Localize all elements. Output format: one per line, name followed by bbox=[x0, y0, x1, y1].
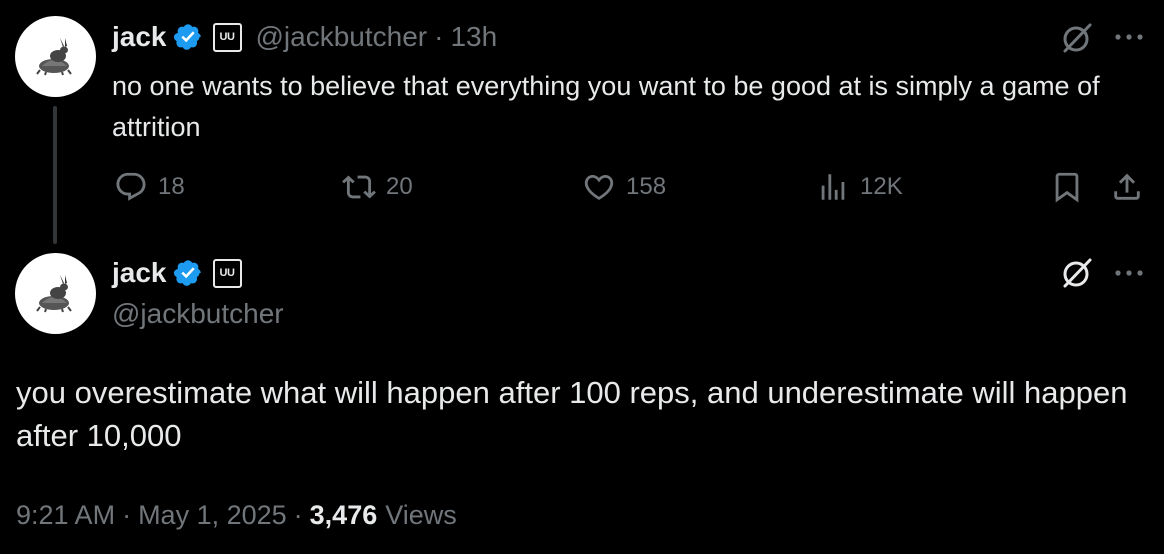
bookmark-icon bbox=[1055, 172, 1079, 203]
avatar[interactable] bbox=[15, 16, 96, 97]
analytics-icon bbox=[821, 174, 845, 200]
like-count: 158 bbox=[626, 173, 667, 200]
reply-icon bbox=[116, 172, 146, 201]
reply-button[interactable]: 18 bbox=[114, 170, 185, 204]
views-count: 12K bbox=[860, 173, 903, 200]
tweet-time[interactable]: 13h bbox=[450, 21, 497, 53]
like-button[interactable]: 158 bbox=[582, 170, 666, 204]
grok-icon[interactable] bbox=[1060, 256, 1094, 290]
author-handle[interactable]: @jackbutcher bbox=[256, 21, 428, 53]
affiliate-badge[interactable]: UU bbox=[212, 258, 242, 288]
heart-icon bbox=[584, 174, 614, 200]
tweet-body: no one wants to believe that everything … bbox=[112, 71, 1100, 142]
tweet-time[interactable]: 9:21 AM bbox=[16, 500, 115, 531]
rabbit-tortoise-avatar-icon bbox=[35, 274, 72, 312]
tweet-body: you overestimate what will happen after … bbox=[16, 375, 1128, 453]
author-name[interactable]: jack bbox=[112, 21, 167, 53]
reply-count: 18 bbox=[158, 173, 185, 200]
views-label: Views bbox=[385, 500, 457, 530]
separator-dot: · bbox=[122, 500, 132, 530]
tweet-header: jack UU bbox=[112, 257, 242, 289]
author-handle[interactable]: @jackbutcher bbox=[112, 298, 284, 330]
repost-count: 20 bbox=[386, 173, 413, 200]
thread-connector-line bbox=[53, 106, 57, 244]
tweet-metadata: 9:21 AM · May 1, 2025 · 3,476 Views bbox=[16, 500, 457, 531]
verified-badge-icon[interactable] bbox=[173, 22, 203, 52]
views-button[interactable]: 12K bbox=[816, 170, 903, 204]
rabbit-tortoise-avatar-icon bbox=[35, 37, 72, 75]
share-button[interactable] bbox=[1110, 170, 1144, 209]
affiliate-badge[interactable]: UU bbox=[212, 22, 242, 52]
repost-icon bbox=[342, 175, 376, 199]
views-count: 3,476 bbox=[309, 500, 378, 530]
more-options-icon[interactable] bbox=[1112, 30, 1146, 44]
author-name[interactable]: jack bbox=[112, 257, 167, 289]
separator-dot: · bbox=[293, 500, 303, 530]
repost-button[interactable]: 20 bbox=[342, 170, 413, 204]
separator-dot: · bbox=[434, 21, 444, 52]
verified-badge-icon[interactable] bbox=[173, 258, 203, 288]
grok-icon[interactable] bbox=[1060, 21, 1094, 55]
share-icon bbox=[1114, 173, 1140, 200]
avatar[interactable] bbox=[15, 253, 96, 334]
more-options-icon[interactable] bbox=[1112, 266, 1146, 280]
bookmark-button[interactable] bbox=[1050, 170, 1084, 209]
tweet-header: jack UU @jackbutcher · 13h bbox=[112, 21, 497, 53]
tweet-date[interactable]: May 1, 2025 bbox=[138, 500, 287, 531]
